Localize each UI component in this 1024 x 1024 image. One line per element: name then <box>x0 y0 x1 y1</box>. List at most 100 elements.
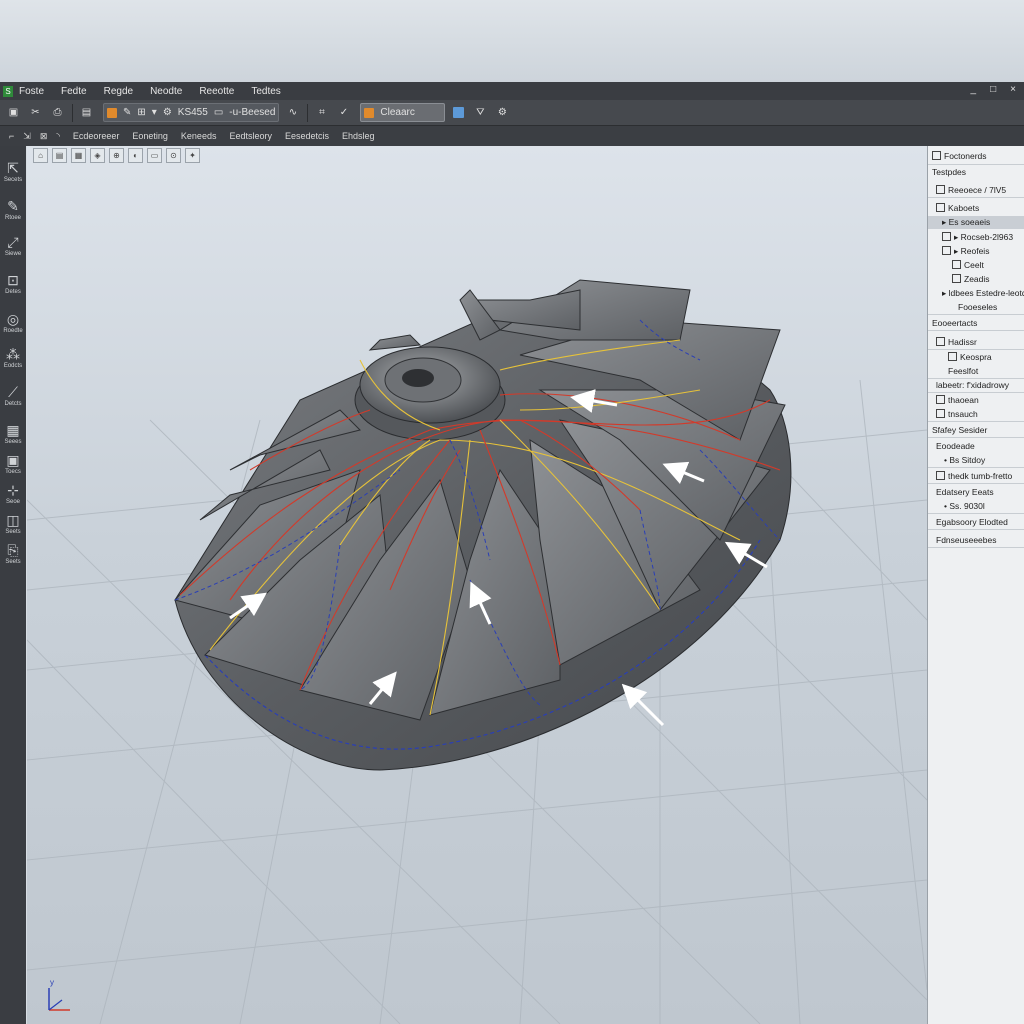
tree-item[interactable]: Reeoece / 7lV5 <box>928 184 1024 198</box>
tree-item[interactable]: • Ss. 9030l <box>928 500 1024 514</box>
tree-item[interactable]: Keospra <box>928 351 1024 364</box>
frame-icon[interactable]: ⌗ <box>313 104 330 121</box>
view-tools: ⌂ ▤ ▦ ◈ ⊕ ◐ ▭ ⊙ ✦ <box>33 148 200 163</box>
save-icon[interactable]: ▣ <box>5 104 22 121</box>
minimize-button[interactable]: _ <box>971 84 977 95</box>
feature-tab-4[interactable]: Eedtsleory <box>229 131 272 141</box>
left-tool-10[interactable]: ⊹ Seoe <box>0 482 26 506</box>
sketch-icon[interactable]: ⌐ <box>9 131 14 141</box>
pencil-icon[interactable]: ✎ <box>123 107 131 118</box>
tree-item[interactable]: Eoodeade <box>928 440 1024 453</box>
menu-item-6[interactable]: Tedtes <box>251 86 280 97</box>
tree-item[interactable]: Testpdes <box>928 166 1024 179</box>
tree-item-selected[interactable]: ▸ Es soeaeis <box>928 216 1024 229</box>
settings-icon[interactable]: ⚙ <box>494 104 511 121</box>
camera-icon[interactable]: ⊙ <box>166 148 181 163</box>
box-icon[interactable]: ▭ <box>214 107 223 118</box>
mesh-icon: ▦ <box>6 422 20 438</box>
combo-3[interactable]: Cleaarc <box>360 103 445 122</box>
check-curve-icon[interactable]: ✓ <box>335 104 352 121</box>
menu-item-1[interactable]: Foste <box>19 86 44 97</box>
feature-tab-2[interactable]: Eoneting <box>132 131 168 141</box>
impeller-model[interactable] <box>174 279 792 771</box>
tree-item[interactable]: ▸ ldbees Estedre-leotd <box>928 287 1024 300</box>
menu-item-5[interactable]: Reeotte <box>199 86 234 97</box>
mirror-icon: ⟋ <box>8 384 18 400</box>
tree-item[interactable]: • Bs Sitdoy <box>928 454 1024 468</box>
left-tool-7[interactable]: ⟋ Detcts <box>0 384 26 408</box>
section-icon[interactable]: ▭ <box>147 148 162 163</box>
arc-icon[interactable]: ◝ <box>56 131 60 142</box>
tree-item[interactable]: ▸ Rocseb-2l963 <box>928 231 1024 244</box>
tree-item[interactable]: Egabsoory Elodted <box>928 516 1024 530</box>
left-tool-6[interactable]: ⁂ Eodcts <box>0 346 26 370</box>
left-tool-9[interactable]: ▣ Toecs <box>0 452 26 476</box>
layout-icon[interactable]: ▤ <box>78 104 95 121</box>
window-controls: _ □ × <box>971 84 1016 95</box>
left-tool-4[interactable]: ⊡ Detes <box>0 272 26 296</box>
dropdown-arrow-icon[interactable]: ▾ <box>152 107 157 118</box>
combo-2-label[interactable]: -u-Beesed <box>229 107 275 118</box>
sketch-orange-icon[interactable] <box>107 107 117 118</box>
feature-toolbar: ⌐ ⇲ ⊠ ◝ Ecdeoreeer Eoneting Keneeds Eedt… <box>0 126 1024 146</box>
gear-icon[interactable]: ⚙ <box>163 107 172 118</box>
feature-tab-1[interactable]: Ecdeoreeer <box>73 131 120 141</box>
left-tool-12[interactable]: ⎘ Seets <box>0 542 26 566</box>
feature-tab-3[interactable]: Keneeds <box>181 131 217 141</box>
tree-item[interactable]: labeetr: f'xidadrowy <box>928 379 1024 393</box>
view-iso-icon[interactable]: ◈ <box>90 148 105 163</box>
toolbar-separator <box>72 103 73 122</box>
dimension-icon[interactable]: ⇲ <box>23 131 31 142</box>
tree-item[interactable]: Kaboets <box>928 202 1024 215</box>
left-tool-5[interactable]: ◎ Roedte <box>0 311 26 335</box>
view-front-icon[interactable]: ⌂ <box>33 148 48 163</box>
constraint-icon[interactable]: ⊠ <box>40 131 48 142</box>
main-toolbar: ▣ ✂ ⎙ ▤ ✎ ⊞ ▾ ⚙ KS455 ▭ -u-Beesed ∿ ⌗ ✓ … <box>0 100 1024 126</box>
item-icon <box>936 409 945 418</box>
filter-icon[interactable]: ⛛ <box>472 104 489 121</box>
grid-icon[interactable]: ⊞ <box>137 107 145 118</box>
tree-item[interactable]: Fooeseles <box>928 301 1024 315</box>
print-icon[interactable]: ⎙ <box>49 104 66 121</box>
zoom-icon[interactable]: ⊕ <box>109 148 124 163</box>
close-button[interactable]: × <box>1010 84 1016 95</box>
curve-icon[interactable]: ∿ <box>284 104 301 121</box>
item-icon <box>942 232 951 241</box>
view-top-icon[interactable]: ▤ <box>52 148 67 163</box>
tree-item[interactable]: Sfafey Sesider <box>928 424 1024 438</box>
view-right-icon[interactable]: ▦ <box>71 148 86 163</box>
maximize-button[interactable]: □ <box>990 84 996 95</box>
tree-item[interactable]: Zeadis <box>928 273 1024 286</box>
left-tool-2[interactable]: ✎ Rtoee <box>0 198 26 222</box>
render-icon[interactable]: ✦ <box>185 148 200 163</box>
sketch-icon: ✎ <box>7 198 19 214</box>
tree-item[interactable]: tnsauch <box>928 408 1024 422</box>
item-icon <box>936 185 945 194</box>
cut-icon[interactable]: ✂ <box>27 104 44 121</box>
tree-item[interactable]: ▸ Reofeis <box>928 245 1024 258</box>
left-tool-3[interactable]: ⤢ Siewe <box>0 234 26 258</box>
left-tool-8[interactable]: ▦ Seees <box>0 422 26 446</box>
panel-header: Foctonerds <box>928 148 1024 165</box>
tree-item[interactable]: Fdnseuseeebes <box>928 534 1024 548</box>
feature-tab-5[interactable]: Eesedetcis <box>285 131 329 141</box>
menu-item-2[interactable]: Fedte <box>61 86 87 97</box>
left-tool-11[interactable]: ◫ Seets <box>0 512 26 536</box>
tree-item[interactable]: Feeslfot <box>928 365 1024 379</box>
menu-item-3[interactable]: Regde <box>104 86 133 97</box>
3d-viewport[interactable]: ⌂ ▤ ▦ ◈ ⊕ ◐ ▭ ⊙ ✦ y <box>27 146 927 1024</box>
section-header[interactable]: Eooeertacts <box>928 317 1024 331</box>
left-tool-1[interactable]: ⇱ Secets <box>0 160 26 184</box>
menu-item-4[interactable]: Neodte <box>150 86 182 97</box>
combo-1-label[interactable]: KS455 <box>178 107 208 118</box>
shading-icon[interactable]: ◐ <box>128 148 143 163</box>
tree-item[interactable]: thedk tumb-fretto <box>928 470 1024 484</box>
tree-item[interactable]: Hadissr <box>928 336 1024 350</box>
feature-tab-6[interactable]: Ehdsleg <box>342 131 375 141</box>
tree-item[interactable]: Edatsery Eeats <box>928 486 1024 499</box>
tree-item[interactable]: Ceelt <box>928 259 1024 272</box>
view-icon[interactable] <box>450 104 467 121</box>
panel-icon <box>932 151 941 160</box>
tree-item[interactable]: thaoean <box>928 394 1024 407</box>
app-icon: S <box>3 85 13 97</box>
